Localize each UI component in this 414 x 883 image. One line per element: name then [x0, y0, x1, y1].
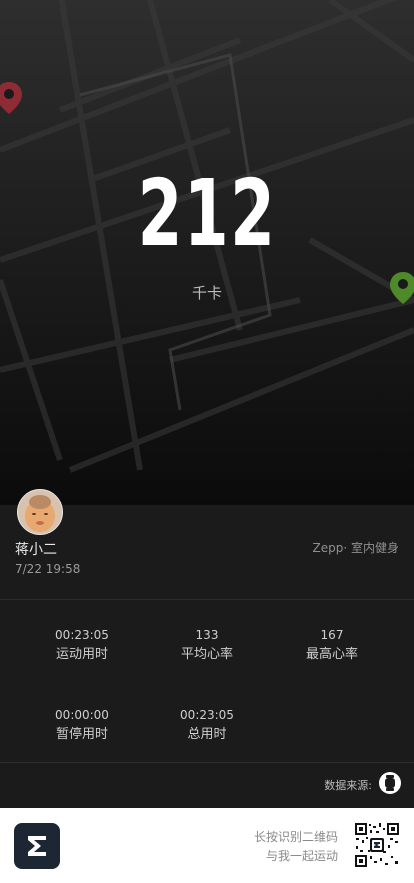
divider [0, 762, 414, 763]
workout-source-tag: Zepp· 室内健身 [312, 541, 399, 555]
stat-total-time: 00:23:05 总用时 [138, 707, 276, 744]
stat-value: 00:00:00 [55, 708, 109, 722]
stat-label: 平均心率 [180, 647, 233, 662]
stat-label: 总用时 [187, 727, 227, 742]
zepp-logo-icon [28, 836, 46, 856]
stat-pause-time: 00:00:00 暂停用时 [13, 707, 151, 744]
calories-unit: 千卡 [191, 284, 222, 302]
start-pin-icon [0, 82, 22, 114]
avatar[interactable] [17, 489, 63, 535]
avatar-image [18, 490, 62, 534]
stat-value: 00:23:05 [55, 628, 109, 642]
stat-label: 运动用时 [55, 647, 108, 662]
zepp-logo [14, 823, 60, 869]
stat-active-time: 00:23:05 运动用时 [13, 627, 151, 664]
stat-avg-heart-rate: 133 平均心率 [138, 627, 276, 664]
route-map: 212 千卡 [0, 0, 414, 505]
stat-label: 最高心率 [305, 647, 358, 662]
qr-code[interactable] [354, 822, 400, 868]
stat-value: 167 [320, 628, 344, 642]
stat-value: 00:23:05 [180, 708, 234, 722]
username: 蒋小二 [15, 542, 57, 558]
watch-icon [385, 775, 395, 791]
stat-value: 133 [195, 628, 219, 642]
footer-invite-text: 与我一起运动 [265, 849, 338, 863]
stat-max-heart-rate: 167 最高心率 [263, 627, 401, 664]
workout-datetime: 7/22 19:58 [15, 562, 81, 576]
calories-value: 212 [137, 160, 277, 267]
share-footer: 长按识别二维码 与我一起运动 [0, 808, 414, 883]
divider [0, 599, 414, 600]
watch-device-icon[interactable] [379, 772, 401, 794]
stat-label: 暂停用时 [55, 727, 108, 742]
data-source-label: 数据来源: [324, 779, 372, 792]
footer-scan-hint: 长按识别二维码 [253, 830, 338, 844]
